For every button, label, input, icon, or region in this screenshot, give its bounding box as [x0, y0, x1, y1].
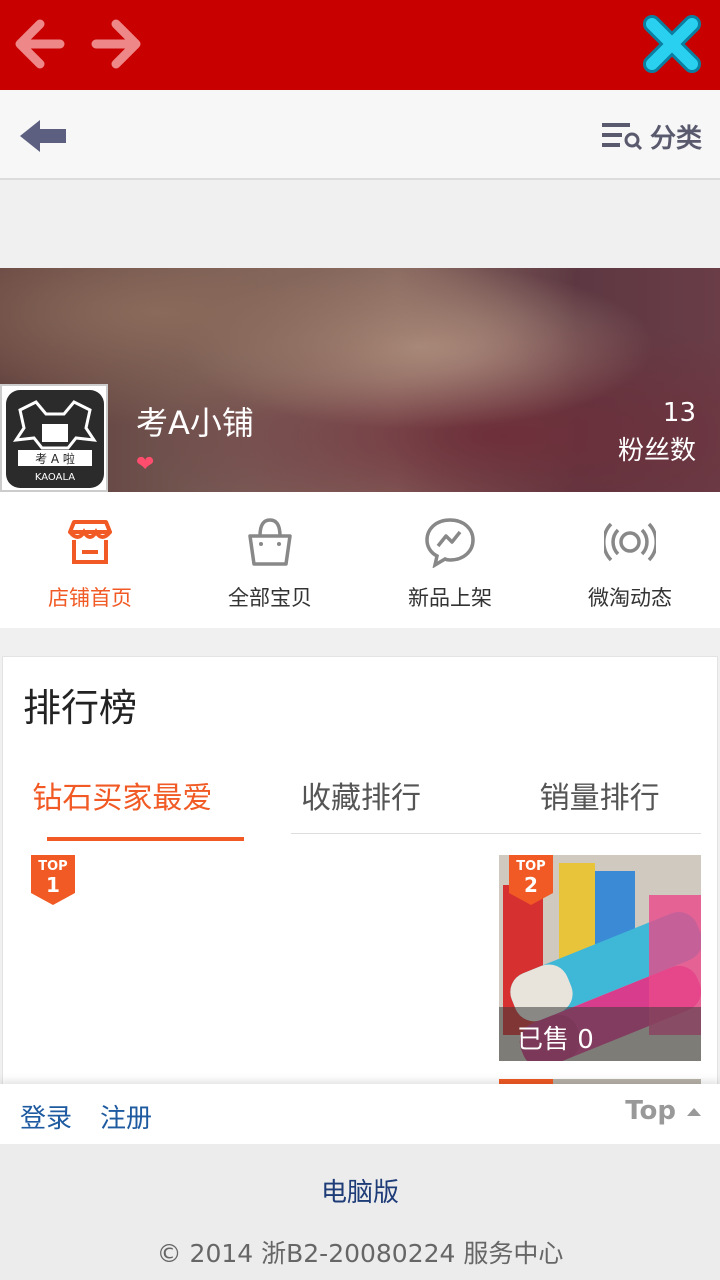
favorite-heart-icon[interactable]: ❤	[136, 452, 154, 477]
chat-bolt-icon	[425, 518, 475, 568]
fans-label: 粉丝数	[617, 436, 696, 466]
nav-item-weitao[interactable]: 微淘动态	[540, 492, 720, 628]
back-to-top-button[interactable]: Top	[625, 1096, 702, 1126]
close-icon[interactable]	[638, 10, 706, 78]
product-card-2[interactable]: TOP 2 已售 0	[499, 855, 701, 1061]
bag-icon	[248, 518, 292, 566]
page-footer: 电脑版 © 2014 浙B2-20080224 服务中心	[0, 1144, 720, 1280]
browser-toolbar	[0, 0, 720, 90]
nav-item-home[interactable]: 店铺首页	[0, 492, 180, 628]
category-label: 分类	[649, 123, 702, 154]
shop-name: 考A小铺	[136, 404, 254, 442]
koala-logo-icon: 考 A 啦 KAOALA	[12, 400, 98, 483]
svg-text:KAOALA: KAOALA	[35, 472, 75, 483]
shop-logo[interactable]: 考 A 啦 KAOALA	[0, 384, 108, 492]
category-search-icon	[601, 123, 642, 151]
forward-arrow-icon[interactable]	[90, 16, 146, 72]
rank-badge-1: TOP 1	[31, 855, 75, 905]
ranking-tabs: 钻石买家最爱 收藏排行 销量排行	[3, 757, 719, 841]
back-icon[interactable]	[18, 116, 70, 156]
tab-divider	[291, 833, 701, 834]
nav-label: 全部宝贝	[228, 586, 312, 610]
ranking-title: 排行榜	[23, 686, 138, 730]
shop-header: 分类	[0, 90, 720, 180]
caret-up-icon	[687, 1108, 701, 1116]
shop-nav: 店铺首页 全部宝贝 新品上架 微淘动态	[0, 492, 720, 628]
svg-text:考 A 啦: 考 A 啦	[35, 451, 75, 466]
top-label: Top	[625, 1096, 676, 1126]
back-arrow-icon[interactable]	[10, 16, 66, 72]
nav-item-new-arrivals[interactable]: 新品上架	[360, 492, 540, 628]
register-link[interactable]: 注册	[100, 1098, 152, 1135]
category-button[interactable]: 分类	[601, 118, 702, 154]
nav-label: 微淘动态	[588, 586, 672, 610]
tab-favorites-ranking[interactable]: 收藏排行	[242, 757, 481, 839]
fans-number: 13	[662, 398, 696, 428]
nav-label: 店铺首页	[48, 586, 132, 610]
login-link[interactable]: 登录	[20, 1098, 72, 1135]
nav-item-all-items[interactable]: 全部宝贝	[180, 492, 360, 628]
sold-count: 已售 0	[499, 1007, 701, 1061]
login-bar: 登录 注册 Top	[0, 1084, 720, 1144]
tab-diamond-favorites[interactable]: 钻石买家最爱	[3, 757, 244, 841]
copyright: © 2014 浙B2-20080224 服务中心	[156, 1239, 564, 1268]
fans-count: 13 粉丝数	[618, 398, 696, 467]
store-icon	[68, 520, 112, 564]
shop-banner: 考 A 啦 KAOALA 考A小铺 ❤ 13 粉丝数	[0, 268, 720, 492]
nav-label: 新品上架	[408, 586, 492, 610]
broadcast-icon	[604, 522, 656, 562]
tab-sales-ranking[interactable]: 销量排行	[480, 757, 719, 839]
ranking-section: 排行榜 钻石买家最爱 收藏排行 销量排行 TOP 1 TOP 2 已售 0	[2, 656, 719, 1087]
pc-version-link[interactable]: 电脑版	[0, 1172, 720, 1209]
rank-badge-2: TOP 2	[509, 855, 553, 905]
